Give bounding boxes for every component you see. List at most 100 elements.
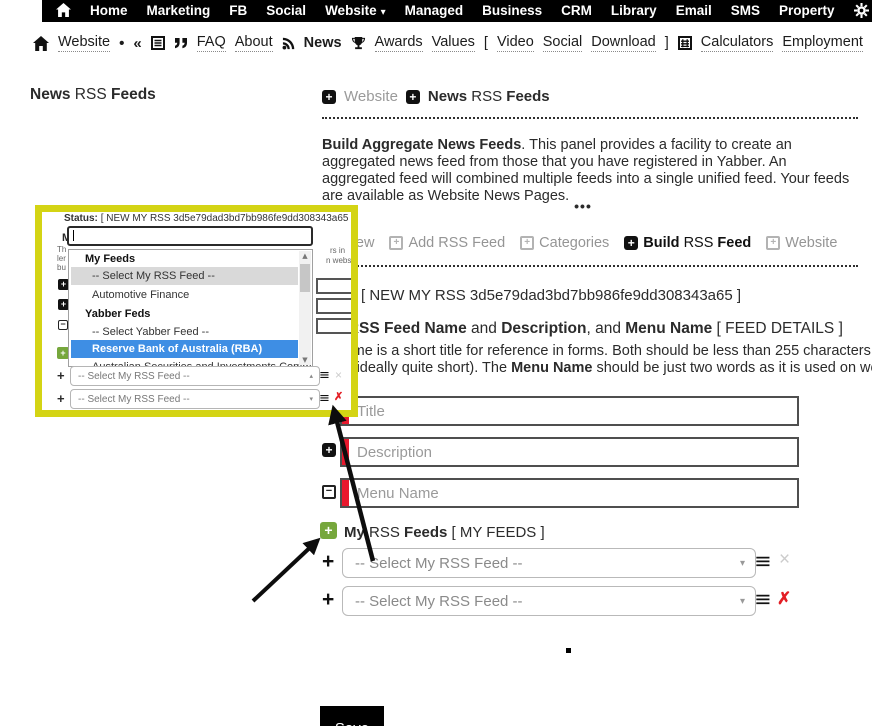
- my-rss-feed-select-2[interactable]: -- Select My RSS Feed -- ▾: [342, 586, 756, 616]
- home-icon[interactable]: [33, 36, 49, 51]
- title-input[interactable]: [349, 398, 797, 424]
- nav2-values[interactable]: Values: [432, 34, 475, 52]
- section-dots: •••: [553, 198, 613, 214]
- text-fragment: ler: [57, 254, 66, 263]
- save-button[interactable]: Save: [320, 706, 384, 726]
- add-row-icon: +: [57, 391, 65, 406]
- nav2-calculators[interactable]: Calculators: [701, 34, 774, 52]
- nav-item-property[interactable]: Property: [779, 3, 835, 18]
- breadcrumb-website[interactable]: Website: [344, 88, 398, 105]
- breadcrumb-current: News RSS Feeds: [428, 88, 550, 105]
- trophy-icon[interactable]: [351, 36, 366, 51]
- primary-nav: Home Marketing FB Social Website▾ Manage…: [42, 0, 872, 22]
- description-input[interactable]: [349, 439, 797, 465]
- page-title: News RSS Feeds: [30, 86, 156, 104]
- nav-item-sms[interactable]: SMS: [731, 3, 760, 18]
- nav2-download[interactable]: Download: [591, 34, 656, 52]
- tab-categories[interactable]: +Categories: [520, 235, 609, 251]
- gear-icon[interactable]: [854, 3, 869, 18]
- option-group: Yabber Feds: [69, 304, 312, 323]
- bullet-icon: •: [119, 35, 124, 52]
- text-fragment: bu: [57, 263, 66, 272]
- green-plus-icon[interactable]: +: [320, 522, 337, 539]
- nav-item-managed[interactable]: Managed: [405, 3, 464, 18]
- secondary-nav: Website • « FAQ About News Awards Values…: [33, 31, 872, 55]
- chevron-down-icon: ▾: [381, 7, 386, 18]
- add-row-icon[interactable]: +: [322, 590, 334, 610]
- scroll-up-icon[interactable]: ▲: [299, 252, 311, 260]
- option-reserve-bank-highlighted[interactable]: Reserve Bank of Australia (RBA): [71, 340, 298, 358]
- chevron-down-icon: ▾: [740, 558, 755, 569]
- plus-box-icon: +: [766, 236, 780, 250]
- nav2-about[interactable]: About: [235, 34, 273, 52]
- nav-item-crm[interactable]: CRM: [561, 3, 592, 18]
- chevrons-left-icon[interactable]: «: [133, 35, 141, 52]
- plus-icon[interactable]: +: [322, 443, 336, 457]
- home-icon[interactable]: [56, 3, 71, 17]
- scrollbar[interactable]: ▲ ▼: [299, 251, 311, 365]
- myfeeds-heading: My RSS Feeds [ MY FEEDS ]: [344, 524, 545, 541]
- nav-item-social[interactable]: Social: [266, 3, 306, 18]
- popup-select-row-1[interactable]: -- Select My RSS Feed -- ▴: [70, 366, 320, 386]
- divider: [322, 265, 858, 267]
- bracket-close: ]: [665, 35, 669, 51]
- scroll-down-icon[interactable]: ▼: [299, 356, 311, 364]
- plus-icon[interactable]: +: [406, 90, 420, 104]
- nav2-news[interactable]: News: [304, 35, 342, 51]
- remove-row-icon[interactable]: ✗: [777, 590, 791, 608]
- required-marker: [342, 439, 349, 465]
- feed-details-heading: My RSS Feed Name and Description, and Me…: [322, 320, 843, 338]
- divider: [322, 117, 858, 119]
- nav-item-library[interactable]: Library: [611, 3, 657, 18]
- dropdown-search-input[interactable]: [67, 226, 313, 246]
- my-rss-feed-select-1[interactable]: -- Select My RSS Feed -- ▾: [342, 548, 756, 578]
- drag-handle-icon: ≡: [319, 368, 330, 383]
- option-automotive-finance[interactable]: Automotive Finance: [69, 285, 312, 304]
- minus-box-icon[interactable]: −: [322, 485, 336, 499]
- nav-item-website[interactable]: Website▾: [325, 3, 386, 18]
- nav2-website[interactable]: Website: [58, 34, 110, 52]
- nav-item-marketing[interactable]: Marketing: [147, 3, 211, 18]
- feed-tabs: +Overview +Add RSS Feed +Categories +Bui…: [295, 235, 837, 251]
- nav2-employment[interactable]: Employment: [782, 34, 863, 52]
- nav-item-fb[interactable]: FB: [229, 3, 247, 18]
- title-field-row: [340, 396, 799, 426]
- page: Home Marketing FB Social Website▾ Manage…: [0, 0, 872, 726]
- list-icon[interactable]: [151, 36, 165, 50]
- menu-name-field-row: [340, 478, 799, 508]
- drag-handle-icon: ≡: [319, 391, 330, 406]
- chevron-up-icon: ▴: [309, 372, 319, 380]
- minus-box-icon: −: [58, 320, 68, 330]
- nav-item-home[interactable]: Home: [90, 3, 128, 18]
- arrow-to-green-plus: [253, 541, 317, 601]
- nav-item-business[interactable]: Business: [482, 3, 542, 18]
- nav2-video[interactable]: Video: [497, 34, 534, 52]
- details-line-2: length (and ideally quite short). The Me…: [280, 360, 872, 376]
- nav-item-email[interactable]: Email: [676, 3, 712, 18]
- menu-name-input[interactable]: [349, 480, 797, 506]
- clipped-input: [316, 278, 358, 294]
- drag-handle-icon[interactable]: ≡: [754, 589, 772, 609]
- plus-box-icon: +: [520, 236, 534, 250]
- rss-icon[interactable]: [282, 37, 295, 50]
- scrollbar-thumb[interactable]: [300, 264, 310, 292]
- chevron-down-icon: ▾: [309, 395, 319, 403]
- nav2-faq[interactable]: FAQ: [197, 34, 226, 52]
- quote-icon[interactable]: [174, 37, 188, 49]
- nav2-social[interactable]: Social: [543, 34, 583, 52]
- stray-dot: [566, 648, 571, 653]
- plus-box-icon: +: [389, 236, 403, 250]
- intro-paragraph: Build Aggregate News Feeds. This panel p…: [322, 137, 854, 205]
- option-select-yabber-feed[interactable]: -- Select Yabber Feed --: [69, 323, 312, 340]
- add-row-icon[interactable]: +: [322, 552, 334, 572]
- tab-add-rss-feed[interactable]: +Add RSS Feed: [389, 235, 505, 251]
- drag-handle-icon[interactable]: ≡: [754, 551, 772, 571]
- option-select-my-rss-feed[interactable]: -- Select My RSS Feed --: [71, 267, 298, 285]
- nav2-awards[interactable]: Awards: [375, 34, 423, 52]
- plus-icon[interactable]: +: [322, 90, 336, 104]
- tab-build-rss-feed[interactable]: +Build RSS Feed: [624, 235, 751, 251]
- calculator-icon[interactable]: [678, 36, 692, 50]
- tab-website[interactable]: +Website: [766, 235, 837, 251]
- status-line: Status: [ NEW MY RSS 3d5e79dad3bd7bb986f…: [306, 287, 741, 304]
- popup-select-row-2[interactable]: -- Select My RSS Feed -- ▾: [70, 389, 320, 409]
